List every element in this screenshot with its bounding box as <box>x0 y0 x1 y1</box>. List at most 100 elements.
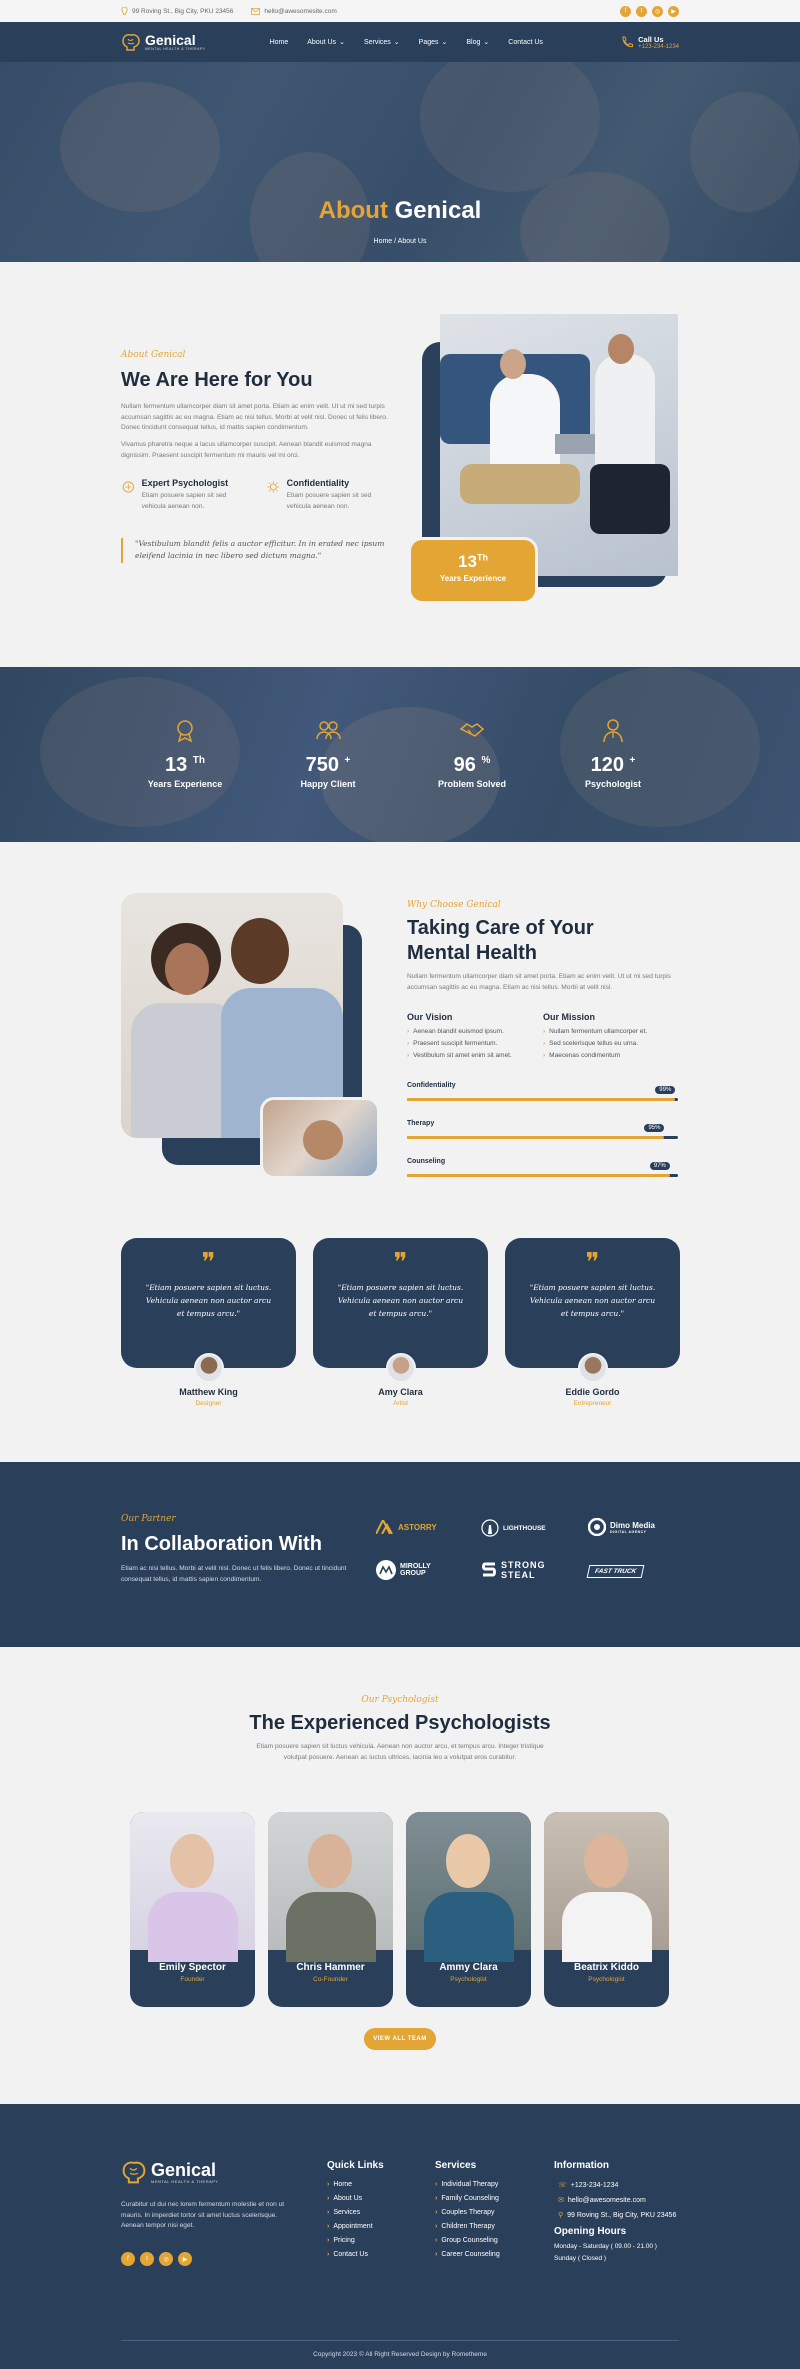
nav-item-contact-us[interactable]: Contact Us <box>508 38 543 46</box>
testimonial-role: Entrepreneur <box>573 1400 612 1407</box>
testimonial-role: Artist <box>393 1400 408 1407</box>
skill-value-badge: 97% <box>649 1162 670 1170</box>
skill-label: Therapy <box>407 1120 435 1127</box>
feature-confidentiality: Confidentiality Etiam posuere sapien sit… <box>266 478 396 512</box>
users-icon <box>316 721 341 740</box>
facebook-icon[interactable]: f <box>121 2252 135 2266</box>
nav-item-home[interactable]: Home <box>270 38 289 46</box>
skill-label: Counseling <box>407 1158 446 1165</box>
partner-logo-strongsteal[interactable]: STRONG STEAL <box>481 1560 546 1580</box>
quote-icon: ❞ <box>393 1248 408 1278</box>
youtube-icon[interactable]: ▶ <box>178 2252 192 2266</box>
why-para: Nullam fermentum ullamcorper diam sit am… <box>407 973 671 991</box>
copyright: Copyright 2023 © All Right Reserved Desi… <box>313 2351 487 2358</box>
footer-link[interactable]: Contact Us <box>327 2251 384 2258</box>
mirolly-logo-icon <box>376 1560 396 1580</box>
brain-icon <box>122 481 134 493</box>
testimonial-card: ❞ "Etiam posuere sapien sit luctus. Vehic… <box>505 1238 680 1368</box>
testimonial-name: Amy Clara <box>378 1387 423 1397</box>
skill-confidentiality: Confidentiality 99% <box>407 1082 678 1120</box>
instagram-icon[interactable]: ◎ <box>652 5 663 17</box>
call-us[interactable]: Call Us +123-234-1234 <box>621 35 679 50</box>
nav-item-pages[interactable]: Pages ⌄ <box>419 38 448 47</box>
chevron-down-icon: ⌄ <box>441 39 448 46</box>
topbar: 99 Roving St., Big City, PKU 23456 hello… <box>0 0 800 22</box>
why-section: Why Choose Genical Taking Care of Your M… <box>0 842 800 1222</box>
team-member-photo <box>268 1812 393 1962</box>
partner-logo-lighthouse[interactable]: LIGHTHOUSE <box>481 1519 546 1537</box>
partner-logo-astorry[interactable]: ASTORRY <box>376 1520 437 1534</box>
team-member-role: Co-Founder <box>313 1976 348 1983</box>
strongsteal-logo-icon <box>482 1562 496 1577</box>
footer-services: Services Individual TherapyFamily Counse… <box>435 2160 500 2265</box>
footer-link[interactable]: Children Therapy <box>435 2223 500 2230</box>
facebook-icon[interactable]: f <box>620 5 631 17</box>
team-member-role: Psychologist <box>450 1976 487 1983</box>
mission-list: Nullam fermentum ullamcorper et. Sed sce… <box>543 1028 678 1059</box>
footer-divider <box>121 2340 679 2341</box>
team-member-card[interactable]: Emily Spector Founder <box>130 1812 255 2007</box>
skill-fill <box>407 1098 676 1101</box>
nav-item-services[interactable]: Services ⌄ <box>364 38 400 47</box>
footer-link[interactable]: Couples Therapy <box>435 2209 500 2216</box>
testimonial-quote: "Etiam posuere sapien sit luctus. Vehicu… <box>337 1283 464 1318</box>
footer-link[interactable]: Group Counseling <box>435 2237 500 2244</box>
footer-phone[interactable]: ☏ +123-234-1234 <box>554 2181 684 2190</box>
partner-logo-fasttruck[interactable]: FAST TRUCK <box>586 1565 645 1578</box>
feature-title: Expert Psychologist <box>141 478 229 488</box>
team-member-role: Founder <box>180 1976 205 1983</box>
footer-link[interactable]: Appointment <box>327 2223 384 2230</box>
youtube-icon[interactable]: ▶ <box>668 5 679 17</box>
team-member-card[interactable]: Ammy Clara Psychologist <box>406 1812 531 2007</box>
nav-item-about-us[interactable]: About Us ⌄ <box>307 38 345 47</box>
nav-item-blog[interactable]: Blog ⌄ <box>466 38 489 47</box>
stat-solved: 96 % Problem Solved <box>407 717 537 789</box>
brain-icon <box>122 34 140 51</box>
sun-icon <box>267 481 280 493</box>
footer-link[interactable]: Family Counseling <box>435 2195 500 2202</box>
topbar-email[interactable]: hello@awesomesite.com <box>251 8 337 15</box>
footer-link[interactable]: Services <box>327 2209 384 2216</box>
call-label: Call Us <box>638 34 664 44</box>
team-member-name: Chris Hammer <box>296 1962 365 1973</box>
footer-link[interactable]: Home <box>327 2181 384 2188</box>
team-member-card[interactable]: Chris Hammer Co-Founder <box>268 1812 393 2007</box>
partner-logo-mirolly[interactable]: MIROLLY GROUP <box>376 1560 431 1580</box>
footer-social: f t ◎ ▶ <box>121 2252 192 2266</box>
footer-email[interactable]: ✉ hello@awesomesite.com <box>554 2196 684 2205</box>
chevron-down-icon: ⌄ <box>393 39 400 46</box>
twitter-icon[interactable]: t <box>636 5 647 17</box>
team-title: The Experienced Psychologists <box>249 1712 551 1734</box>
why-title: Taking Care of Your Mental Health <box>407 917 594 964</box>
feature-text: Etiam posuere sapien sit sed vehicula ae… <box>286 492 372 510</box>
phone-icon: ☏ <box>558 2182 567 2189</box>
footer-link[interactable]: About Us <box>327 2195 384 2202</box>
handshake-icon <box>459 723 485 737</box>
testimonial-name: Eddie Gordo <box>565 1387 620 1397</box>
award-icon <box>177 720 193 743</box>
skill-fill <box>407 1136 665 1139</box>
partners-section: Our Partner In Collaboration With Etiam … <box>0 1462 800 1647</box>
team-kicker: Our Psychologist <box>361 1695 439 1705</box>
testimonial-quote: "Etiam posuere sapien sit luctus. Vehicu… <box>145 1283 272 1318</box>
mail-icon: ✉ <box>558 2197 564 2204</box>
call-number: +123-234-1234 <box>638 43 679 50</box>
footer-link[interactable]: Career Counseling <box>435 2251 499 2258</box>
stats-section: 13 Th Years Experience 750 + Happy Clien… <box>0 667 800 842</box>
stat-years: 13 Th Years Experience <box>120 717 250 789</box>
footer: Genical MENTAL HEALTH & THERAPY Curabitu… <box>0 2104 800 2369</box>
footer-logo[interactable]: Genical MENTAL HEALTH & THERAPY <box>121 2160 219 2184</box>
dimo-logo-icon <box>588 1518 606 1536</box>
twitter-icon[interactable]: t <box>140 2252 154 2266</box>
partner-logo-dimo[interactable]: Dimo Media DIGITAL AGENCY <box>588 1518 655 1536</box>
main-nav: Genical MENTAL HEALTH & THERAPY Home Abou… <box>0 22 800 62</box>
skill-value-badge: 99% <box>655 1086 676 1094</box>
team-member-photo <box>406 1812 531 1962</box>
team-member-card[interactable]: Beatrix Kiddo Psychologist <box>544 1812 669 2007</box>
map-pin-icon <box>121 7 128 15</box>
instagram-icon[interactable]: ◎ <box>159 2252 173 2266</box>
footer-link[interactable]: Pricing <box>327 2237 384 2244</box>
brand-logo[interactable]: Genical MENTAL HEALTH & THERAPY <box>121 33 206 51</box>
footer-link[interactable]: Individual Therapy <box>435 2181 500 2188</box>
view-all-team-button[interactable]: VIEW ALL TEAM <box>364 2028 436 2050</box>
